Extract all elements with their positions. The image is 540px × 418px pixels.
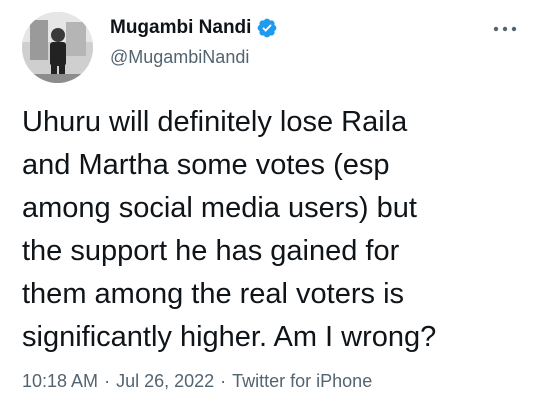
- tweet-date-link[interactable]: Jul 26, 2022: [116, 371, 214, 391]
- tweet-text-line: the support he has gained for: [22, 235, 400, 267]
- tweet-meta: 10:18 AM · Jul 26, 2022 · Twitter for iPhone: [22, 369, 372, 393]
- verified-badge-icon: [256, 17, 278, 39]
- tweet-card: Mugambi Nandi @MugambiNandi Uhuru will d…: [0, 0, 540, 418]
- meta-separator: ·: [104, 371, 111, 391]
- author-display-name[interactable]: Mugambi Nandi: [110, 16, 251, 40]
- tweet-text: Uhuru will definitely lose Raila and Mar…: [22, 101, 522, 359]
- tweet-source-link[interactable]: Twitter for iPhone: [232, 371, 372, 391]
- more-options-icon: [493, 26, 517, 32]
- tweet-time-link[interactable]: 10:18 AM: [22, 371, 98, 391]
- more-options-button[interactable]: [492, 20, 518, 38]
- author-handle[interactable]: @MugambiNandi: [110, 46, 249, 68]
- author-name-row: Mugambi Nandi: [110, 16, 278, 40]
- tweet-text-line: Uhuru will definitely lose Raila: [22, 106, 408, 138]
- tweet-text-line: them among the real voters is: [22, 278, 405, 310]
- meta-separator: ·: [220, 371, 227, 391]
- tweet-text-line: and Martha some votes (esp: [22, 149, 390, 181]
- tweet-text-line: among social media users) but: [22, 192, 417, 224]
- profile-photo-icon: [22, 12, 93, 83]
- author-avatar[interactable]: [22, 12, 93, 83]
- tweet-text-line: significantly higher. Am I wrong?: [22, 321, 437, 353]
